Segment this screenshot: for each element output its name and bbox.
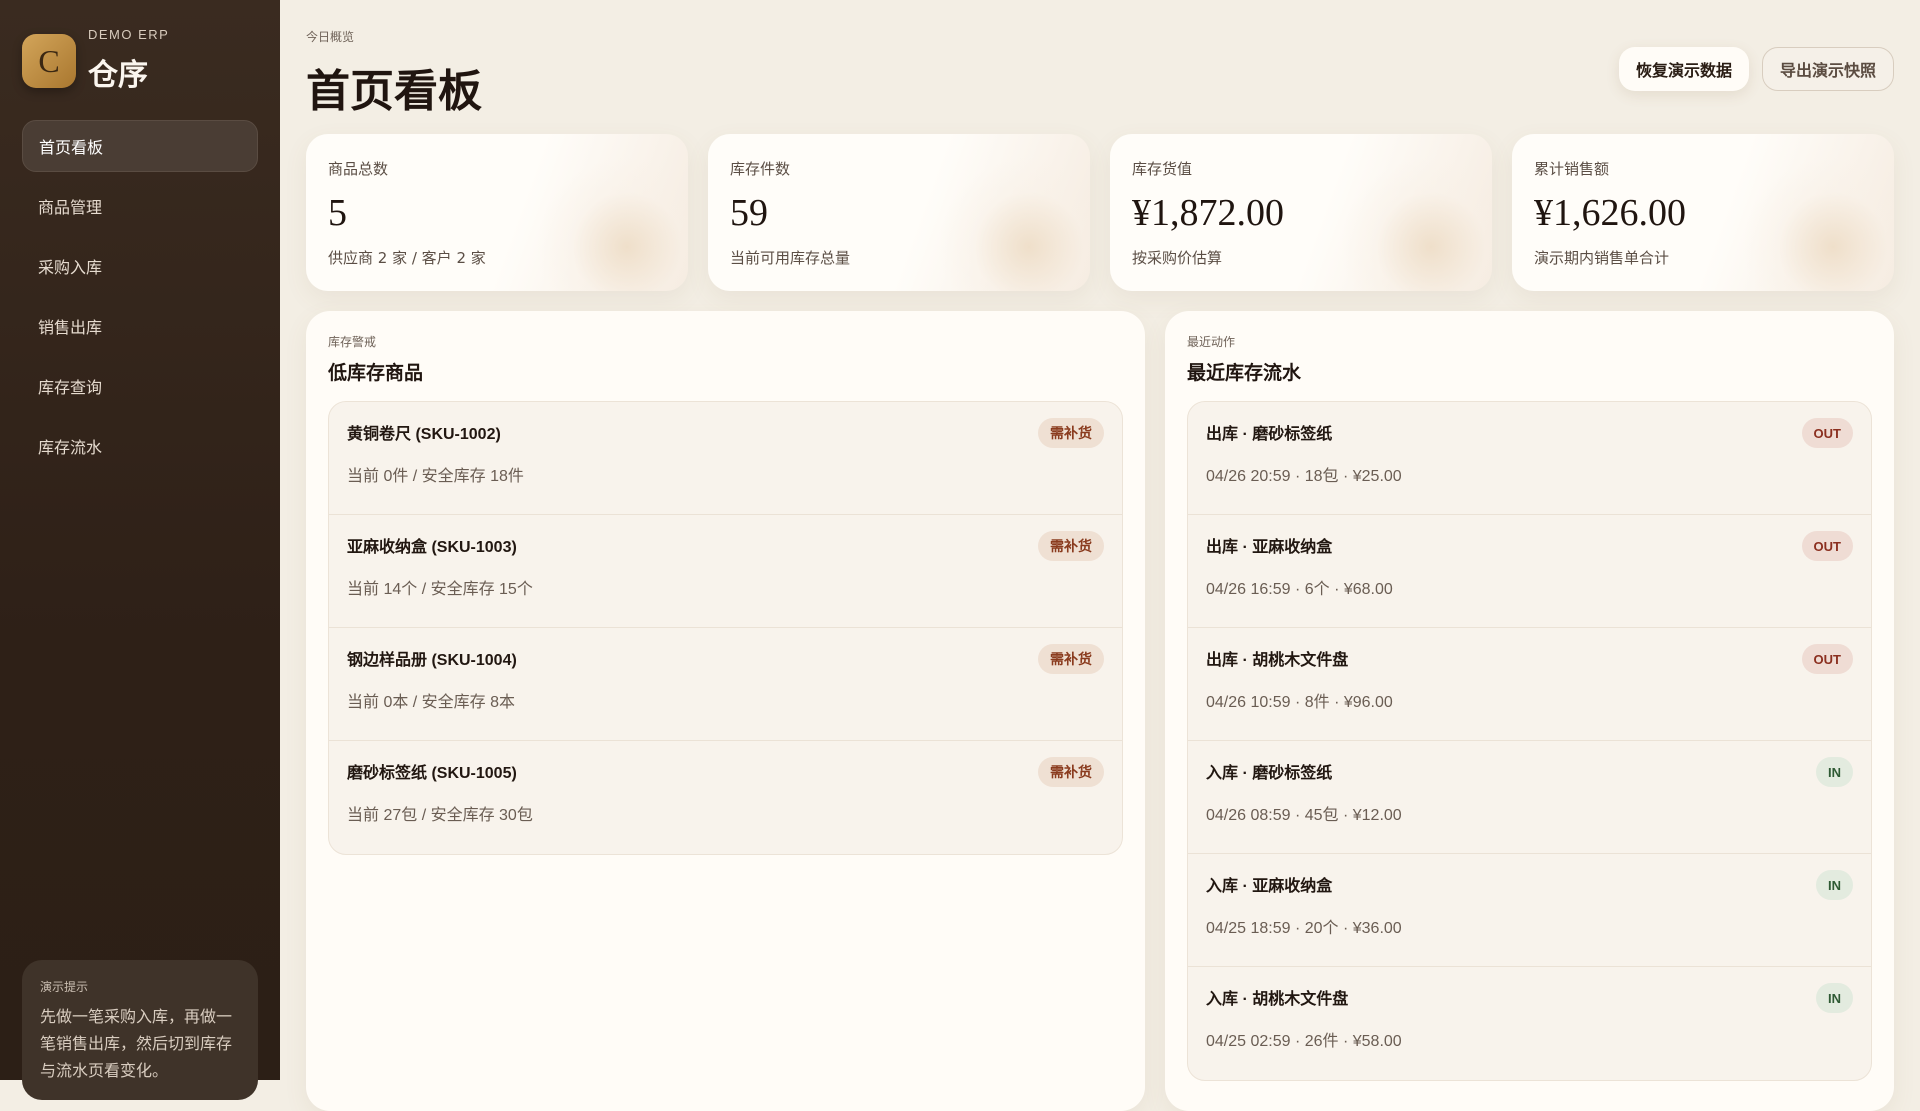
status-badge: 需补货	[1038, 531, 1104, 561]
item-title: 钢边样品册 (SKU-1004)	[347, 652, 517, 669]
sidebar: C DEMO ERP 仓序 首页看板 商品管理 采购入库 销售出库 库存查询 库…	[0, 0, 280, 1100]
list-item[interactable]: 出库 · 亚麻收纳盒 04/26 16:59 · 6个 · ¥68.00 OUT	[1188, 515, 1871, 628]
status-badge: IN	[1816, 870, 1853, 900]
item-detail: 04/26 08:59 · 45包 · ¥12.00	[1206, 807, 1402, 824]
stat-card-sales: 累计销售额 ¥1,626.00 演示期内销售单合计	[1512, 134, 1894, 291]
item-title: 黄铜卷尺 (SKU-1002)	[347, 426, 501, 443]
stat-value: ¥1,872.00	[1132, 192, 1284, 234]
list-item[interactable]: 钢边样品册 (SKU-1004) 当前 0本 / 安全库存 8本 需补货	[329, 628, 1122, 741]
status-badge: OUT	[1801, 644, 1853, 674]
demo-tip-card: 演示提示 先做一笔采购入库，再做一笔销售出库，然后切到库存与流水页看变化。	[22, 960, 258, 1100]
stat-card-products: 商品总数 5 供应商 2 家 / 客户 2 家	[306, 134, 688, 291]
stat-label: 库存件数	[730, 160, 791, 178]
item-title: 磨砂标签纸 (SKU-1005)	[347, 765, 517, 782]
item-detail: 当前 27包 / 安全库存 30包	[347, 807, 533, 824]
movements-panel: 最近动作 最近库存流水 出库 · 磨砂标签纸 04/26 20:59 · 18包…	[1165, 311, 1894, 1111]
status-badge: OUT	[1801, 418, 1853, 448]
stat-sub: 供应商 2 家 / 客户 2 家	[328, 249, 486, 267]
item-title: 亚麻收纳盒 (SKU-1003)	[347, 539, 517, 556]
item-detail: 当前 0本 / 安全库存 8本	[347, 694, 516, 711]
panel-title: 最近库存流水	[1187, 362, 1302, 384]
list-item[interactable]: 入库 · 亚麻收纳盒 04/25 18:59 · 20个 · ¥36.00 IN	[1188, 854, 1871, 967]
sidebar-item-purchase[interactable]: 采购入库	[22, 240, 258, 292]
sidebar-item-sales[interactable]: 销售出库	[22, 300, 258, 352]
stat-cards: 商品总数 5 供应商 2 家 / 客户 2 家 库存件数 59 当前可用库存总量…	[306, 134, 1894, 291]
item-detail: 当前 14个 / 安全库存 15个	[347, 581, 533, 598]
stat-sub: 当前可用库存总量	[730, 249, 851, 267]
low-stock-panel: 库存警戒 低库存商品 黄铜卷尺 (SKU-1002) 当前 0件 / 安全库存 …	[306, 311, 1145, 1111]
brand-name: 仓序	[88, 58, 148, 93]
low-stock-list: 黄铜卷尺 (SKU-1002) 当前 0件 / 安全库存 18件 需补货 亚麻收纳…	[328, 401, 1123, 855]
stat-value: 5	[328, 192, 347, 234]
export-snapshot-button[interactable]: 导出演示快照	[1762, 47, 1894, 91]
stat-label: 库存货值	[1132, 160, 1193, 178]
item-title: 入库 · 胡桃木文件盘	[1206, 991, 1349, 1008]
panel-eyebrow: 库存警戒	[328, 335, 377, 349]
item-title: 入库 · 磨砂标签纸	[1206, 765, 1333, 782]
item-detail: 04/26 20:59 · 18包 · ¥25.00	[1206, 468, 1402, 485]
list-item[interactable]: 入库 · 磨砂标签纸 04/26 08:59 · 45包 · ¥12.00 IN	[1188, 741, 1871, 854]
stat-card-stock-units: 库存件数 59 当前可用库存总量	[708, 134, 1090, 291]
status-badge: IN	[1816, 757, 1853, 787]
item-detail: 04/25 18:59 · 20个 · ¥36.00	[1206, 920, 1402, 937]
list-item[interactable]: 入库 · 胡桃木文件盘 04/25 02:59 · 26件 · ¥58.00 I…	[1188, 967, 1871, 1080]
item-title: 入库 · 亚麻收纳盒	[1206, 878, 1333, 895]
list-item[interactable]: 亚麻收纳盒 (SKU-1003) 当前 14个 / 安全库存 15个 需补货	[329, 515, 1122, 628]
sidebar-item-products[interactable]: 商品管理	[22, 180, 258, 232]
stat-label: 累计销售额	[1534, 160, 1610, 178]
item-detail: 04/26 16:59 · 6个 · ¥68.00	[1206, 581, 1393, 598]
tip-text: 先做一笔采购入库，再做一笔销售出库，然后切到库存与流水页看变化。	[40, 1007, 233, 1080]
item-title: 出库 · 磨砂标签纸	[1206, 426, 1333, 443]
panel-title: 低库存商品	[328, 362, 424, 384]
status-badge: 需补货	[1038, 418, 1104, 448]
status-badge: 需补货	[1038, 644, 1104, 674]
item-detail: 当前 0件 / 安全库存 18件	[347, 468, 524, 485]
list-item[interactable]: 磨砂标签纸 (SKU-1005) 当前 27包 / 安全库存 30包 需补货	[329, 741, 1122, 854]
status-badge: 需补货	[1038, 757, 1104, 787]
sidebar-item-ledger[interactable]: 库存流水	[22, 420, 258, 472]
list-item[interactable]: 出库 · 胡桃木文件盘 04/26 10:59 · 8件 · ¥96.00 OU…	[1188, 628, 1871, 741]
sidebar-item-inventory[interactable]: 库存查询	[22, 360, 258, 412]
logo-icon: C	[22, 34, 76, 88]
stat-value: 59	[730, 192, 768, 234]
sidebar-item-dashboard[interactable]: 首页看板	[22, 120, 258, 172]
list-item[interactable]: 黄铜卷尺 (SKU-1002) 当前 0件 / 安全库存 18件 需补货	[329, 402, 1122, 515]
stat-value: ¥1,626.00	[1534, 192, 1686, 234]
page-eyebrow: 今日概览	[306, 30, 355, 44]
panel-eyebrow: 最近动作	[1187, 335, 1236, 349]
list-item[interactable]: 出库 · 磨砂标签纸 04/26 20:59 · 18包 · ¥25.00 OU…	[1188, 402, 1871, 515]
sidebar-nav: 首页看板 商品管理 采购入库 销售出库 库存查询 库存流水	[22, 120, 258, 480]
stat-sub: 按采购价估算	[1132, 249, 1223, 267]
item-title: 出库 · 亚麻收纳盒	[1206, 539, 1333, 556]
item-detail: 04/25 02:59 · 26件 · ¥58.00	[1206, 1033, 1402, 1050]
page-title: 首页看板	[306, 66, 482, 117]
item-title: 出库 · 胡桃木文件盘	[1206, 652, 1349, 669]
tip-title: 演示提示	[40, 980, 89, 994]
item-detail: 04/26 10:59 · 8件 · ¥96.00	[1206, 694, 1393, 711]
brand-subtitle: DEMO ERP	[88, 27, 170, 42]
movements-list: 出库 · 磨砂标签纸 04/26 20:59 · 18包 · ¥25.00 OU…	[1187, 401, 1872, 1081]
stat-label: 商品总数	[328, 160, 389, 178]
stat-card-stock-value: 库存货值 ¥1,872.00 按采购价估算	[1110, 134, 1492, 291]
status-badge: OUT	[1801, 531, 1853, 561]
restore-demo-button[interactable]: 恢复演示数据	[1619, 47, 1749, 91]
stat-sub: 演示期内销售单合计	[1534, 249, 1670, 267]
status-badge: IN	[1816, 983, 1853, 1013]
